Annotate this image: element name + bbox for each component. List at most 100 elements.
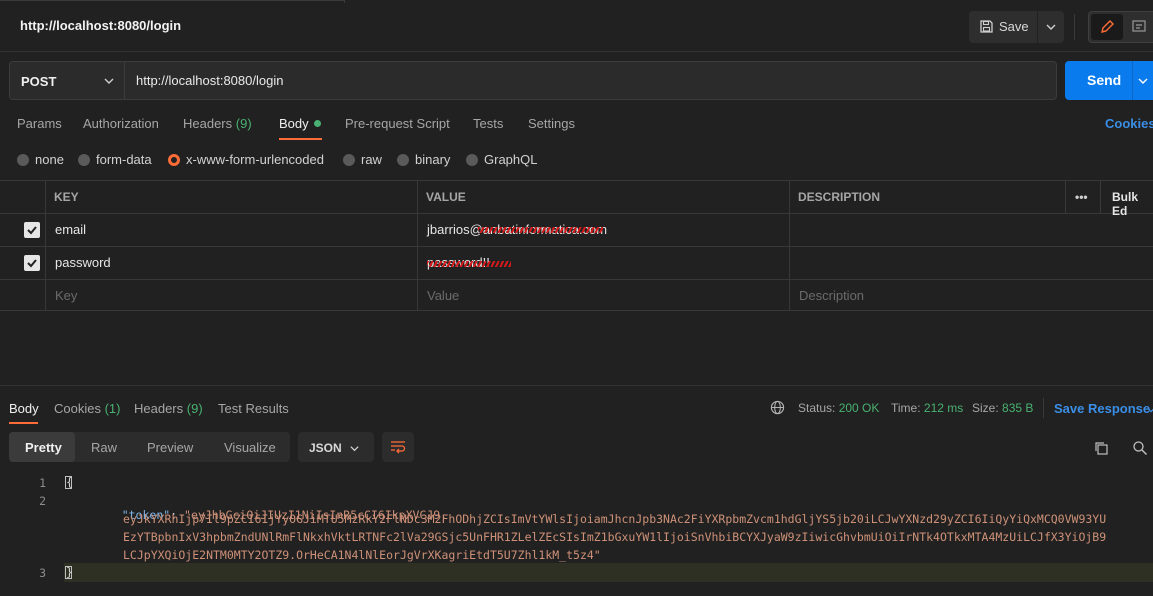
checkmark-icon xyxy=(27,226,37,235)
param-key[interactable]: password xyxy=(55,255,111,270)
format-select[interactable]: JSON xyxy=(298,432,374,462)
chevron-down-icon[interactable] xyxy=(1146,403,1153,418)
radio-none[interactable]: none xyxy=(17,152,64,167)
url-input[interactable]: http://localhost:8080/login xyxy=(124,61,1057,100)
edit-mode-button[interactable] xyxy=(1091,14,1123,40)
size-label: Size: xyxy=(972,401,999,415)
view-pretty[interactable]: Pretty xyxy=(9,432,75,462)
column-divider xyxy=(1065,180,1066,213)
key-placeholder[interactable]: Key xyxy=(55,288,77,303)
radio-circle xyxy=(343,153,355,166)
globe-icon[interactable] xyxy=(770,400,785,418)
open-brace: { xyxy=(66,475,73,489)
active-tab-indicator xyxy=(9,422,38,424)
param-key[interactable]: email xyxy=(55,222,86,237)
view-preview[interactable]: Preview xyxy=(147,432,193,462)
tab-headers[interactable]: Headers (9) xyxy=(183,116,252,131)
row-checkbox[interactable] xyxy=(24,255,40,271)
tab-settings[interactable]: Settings xyxy=(528,116,575,131)
column-divider xyxy=(45,180,46,310)
radio-raw[interactable]: raw xyxy=(343,152,382,167)
wrap-lines-button[interactable] xyxy=(382,432,414,462)
checkmark-icon xyxy=(27,259,37,268)
wrap-icon xyxy=(390,440,406,457)
radio-circle xyxy=(466,153,478,166)
radio-binary[interactable]: binary xyxy=(397,152,450,167)
radio-circle-selected xyxy=(168,153,180,166)
table-border xyxy=(0,279,1153,280)
response-size: Size: 835 B xyxy=(972,401,1033,415)
cookies-count: (1) xyxy=(104,401,121,416)
radio-x-www-form-urlencoded[interactable]: x-www-form-urlencoded xyxy=(168,152,324,167)
response-tab-body[interactable]: Body xyxy=(9,401,39,416)
response-tab-label: Headers xyxy=(134,401,184,416)
line-number: 2 xyxy=(39,494,46,508)
tab-pre-request-script[interactable]: Pre-request Script xyxy=(345,116,450,131)
column-header-description: DESCRIPTION xyxy=(798,190,881,204)
params-table: KEY VALUE DESCRIPTION ••• Bulk Ed email … xyxy=(0,180,1153,311)
cookies-link[interactable]: Cookies xyxy=(1105,116,1153,131)
save-response-button[interactable]: Save Response xyxy=(1054,401,1150,416)
save-button[interactable]: Save xyxy=(969,11,1064,43)
body-indicator-dot xyxy=(313,120,321,127)
line-number: 3 xyxy=(39,566,46,580)
chevron-down-icon[interactable] xyxy=(1137,75,1149,90)
redaction-scribble xyxy=(478,227,603,233)
save-label: Save xyxy=(999,19,1029,34)
header-divider xyxy=(1074,14,1075,40)
response-time: Time: 212 ms xyxy=(891,401,963,415)
json-string-continuation: EzYTBpbnIxV3hpbmZndUNlRmFlNkxhVktLRTNFc2… xyxy=(123,530,1107,544)
search-icon[interactable] xyxy=(1132,440,1148,459)
method-label: POST xyxy=(21,74,57,89)
view-mode-toggle[interactable] xyxy=(1088,11,1153,43)
radio-label: form-data xyxy=(96,152,152,167)
status-divider xyxy=(1043,398,1044,418)
close-brace: } xyxy=(66,565,73,579)
copy-icon[interactable] xyxy=(1093,440,1109,459)
row-checkbox[interactable] xyxy=(24,222,40,238)
size-value[interactable]: 835 B xyxy=(1002,401,1033,415)
tab-authorization[interactable]: Authorization xyxy=(83,116,159,131)
view-visualize[interactable]: Visualize xyxy=(224,432,276,462)
table-border xyxy=(0,310,1153,311)
value-placeholder[interactable]: Value xyxy=(427,288,459,303)
table-border xyxy=(0,246,1153,247)
send-button[interactable]: Send xyxy=(1065,61,1153,100)
radio-label: raw xyxy=(361,152,382,167)
description-placeholder[interactable]: Description xyxy=(799,288,864,303)
response-status: Status: 200 OK xyxy=(798,401,879,415)
radio-graphql[interactable]: GraphQL xyxy=(466,152,537,167)
chevron-down-icon xyxy=(349,442,360,457)
column-header-value: VALUE xyxy=(426,190,466,204)
request-title[interactable]: http://localhost:8080/login xyxy=(20,18,181,33)
view-mode-tabs: Pretty Raw Preview Visualize xyxy=(9,432,290,462)
response-tab-test-results[interactable]: Test Results xyxy=(218,401,289,416)
column-divider xyxy=(1100,180,1101,213)
radio-label: binary xyxy=(415,152,451,167)
response-tab-cookies[interactable]: Cookies (1) xyxy=(54,401,120,416)
column-header-key: KEY xyxy=(54,190,79,204)
response-tab-label: Cookies xyxy=(54,401,101,416)
tab-body[interactable]: Body xyxy=(279,116,321,131)
divider xyxy=(1132,61,1133,100)
radio-form-data[interactable]: form-data xyxy=(78,152,152,167)
chevron-down-icon xyxy=(103,75,115,90)
tab-body-label: Body xyxy=(279,116,309,131)
format-label: JSON xyxy=(309,441,342,455)
more-options-icon[interactable]: ••• xyxy=(1075,190,1088,204)
active-tab-indicator xyxy=(279,138,322,140)
line-number: 1 xyxy=(39,476,46,490)
divider xyxy=(1037,11,1038,43)
tab-tests[interactable]: Tests xyxy=(473,116,503,131)
tab-params[interactable]: Params xyxy=(17,116,62,131)
status-value[interactable]: 200 OK xyxy=(839,401,880,415)
view-raw[interactable]: Raw xyxy=(91,432,117,462)
status-label: Status: xyxy=(798,401,836,415)
time-value[interactable]: 212 ms xyxy=(924,401,963,415)
bulk-edit-link[interactable]: Bulk Ed xyxy=(1112,190,1153,218)
chevron-down-icon[interactable] xyxy=(1045,21,1057,36)
response-tab-headers[interactable]: Headers (9) xyxy=(134,401,203,416)
method-select[interactable]: POST xyxy=(9,61,125,100)
headers-count: (9) xyxy=(235,116,252,131)
comment-icon[interactable] xyxy=(1131,19,1147,38)
